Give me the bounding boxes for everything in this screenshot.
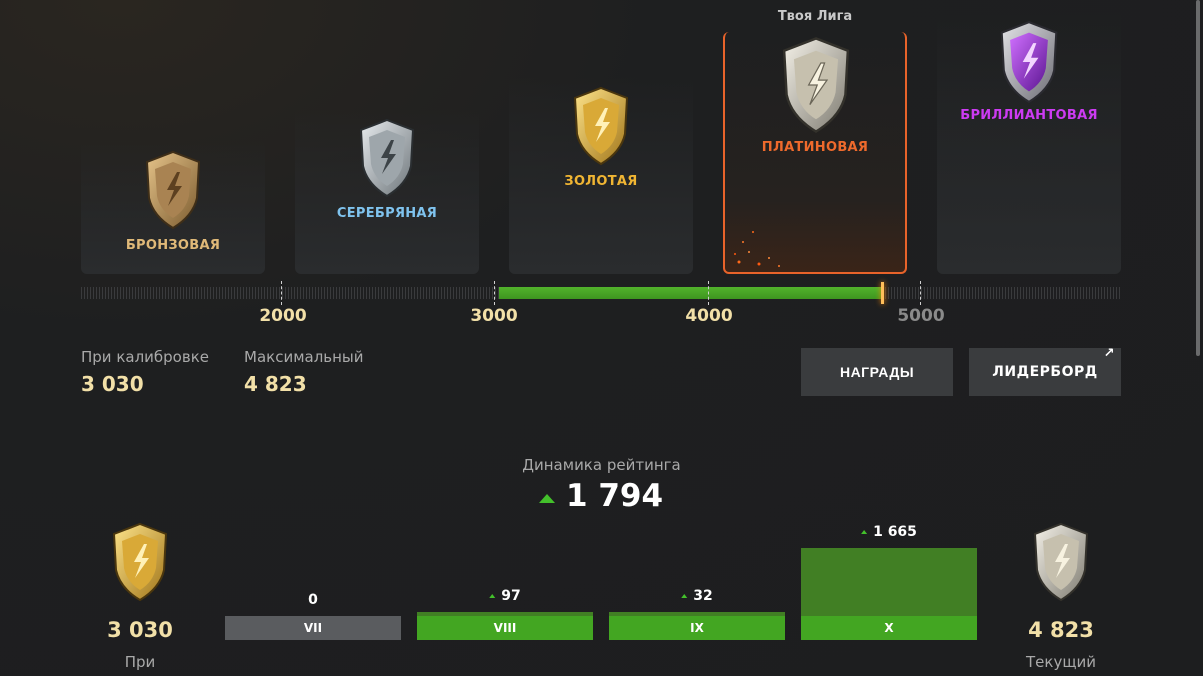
rewards-button[interactable]: НАГРАДЫ [801, 348, 953, 396]
league-card-platinum[interactable]: ПЛАТИНОВАЯ [723, 32, 907, 274]
tick-4000 [708, 281, 709, 305]
rating-dynamics-title: Динамика рейтинга [522, 456, 681, 474]
bar-value-text: 97 [501, 588, 521, 604]
calibration-value: 3 030 [81, 372, 144, 396]
tick-label-4000: 4000 [685, 306, 733, 326]
calibration-label: При калибровке [81, 348, 209, 366]
bar-value-text: 32 [693, 588, 713, 604]
bar-value-label-VII: 0 [308, 592, 318, 608]
rating-dynamics-value: 1 794 [566, 478, 663, 514]
bar-value-label-X: 1 665 [861, 524, 917, 540]
external-link-icon: ↗ [1103, 346, 1115, 361]
leaderboard-button[interactable]: ЛИДЕРБОРД ↗ [969, 346, 1121, 396]
up-arrow-icon [489, 594, 496, 598]
tick-5000 [920, 281, 921, 305]
rating-dynamics-number: 1 794 [566, 478, 664, 514]
league-name-diamond: БРИЛЛИАНТОВАЯ [960, 108, 1098, 123]
league-name-bronze: БРОНЗОВАЯ [125, 238, 221, 253]
bar-tier-label-X: X [801, 616, 977, 640]
gold-shield-icon [573, 86, 629, 166]
sparks-decoration [734, 231, 780, 267]
tick-label-5000: 5000 [897, 306, 945, 326]
tick-label-2000: 2000 [259, 306, 307, 326]
end-rating-label: Текущий [1026, 653, 1096, 671]
league-name-silver: СЕРЕБРЯНАЯ [336, 206, 438, 221]
bar-tier-label-VIII: VIII [417, 616, 593, 640]
up-arrow-icon [861, 530, 868, 534]
tick-2000 [281, 281, 282, 305]
platinum-shield-icon [782, 37, 850, 133]
bar-tier-label-VII: VII [225, 616, 401, 640]
bar-value-text: 1 665 [873, 524, 917, 540]
league-card-silver[interactable]: СЕРЕБРЯНАЯ [295, 108, 479, 274]
bronze-shield-icon [145, 150, 201, 230]
your-league-label: Твоя Лига [777, 9, 853, 24]
bar-value-text: 0 [308, 592, 318, 608]
rating-up-arrow-icon [539, 494, 555, 503]
end-rating-value: 4 823 [1028, 618, 1094, 642]
bar-tier-label-IX: IX [609, 616, 785, 640]
diamond-shield-icon [1000, 20, 1058, 104]
silver-shield-icon [359, 118, 415, 198]
bar-value-label-IX: 32 [681, 588, 713, 604]
start-rating-value: 3 030 [107, 618, 173, 642]
rating-track-fill [499, 287, 883, 299]
tick-3000 [494, 281, 495, 305]
bar-value-label-VIII: 97 [489, 588, 521, 604]
end-platinum-shield-icon [1033, 522, 1089, 602]
bar-X [801, 548, 977, 616]
start-gold-shield-icon [112, 522, 168, 602]
max-value: 4 823 [244, 372, 307, 396]
league-name-platinum: ПЛАТИНОВАЯ [761, 140, 869, 155]
league-card-gold[interactable]: ЗОЛОТАЯ [509, 76, 693, 274]
up-arrow-icon [681, 594, 688, 598]
scrollbar[interactable] [1196, 0, 1200, 356]
start-rating-label: При [124, 653, 156, 671]
league-card-diamond[interactable]: БРИЛЛИАНТОВАЯ [937, 10, 1121, 274]
leaderboard-button-label: ЛИДЕРБОРД [992, 364, 1098, 380]
league-name-gold: ЗОЛОТАЯ [564, 174, 638, 189]
max-label: Максимальный [244, 348, 364, 366]
current-rating-marker [881, 282, 884, 304]
tick-label-3000: 3000 [470, 306, 518, 326]
league-card-bronze[interactable]: БРОНЗОВАЯ [81, 140, 265, 274]
